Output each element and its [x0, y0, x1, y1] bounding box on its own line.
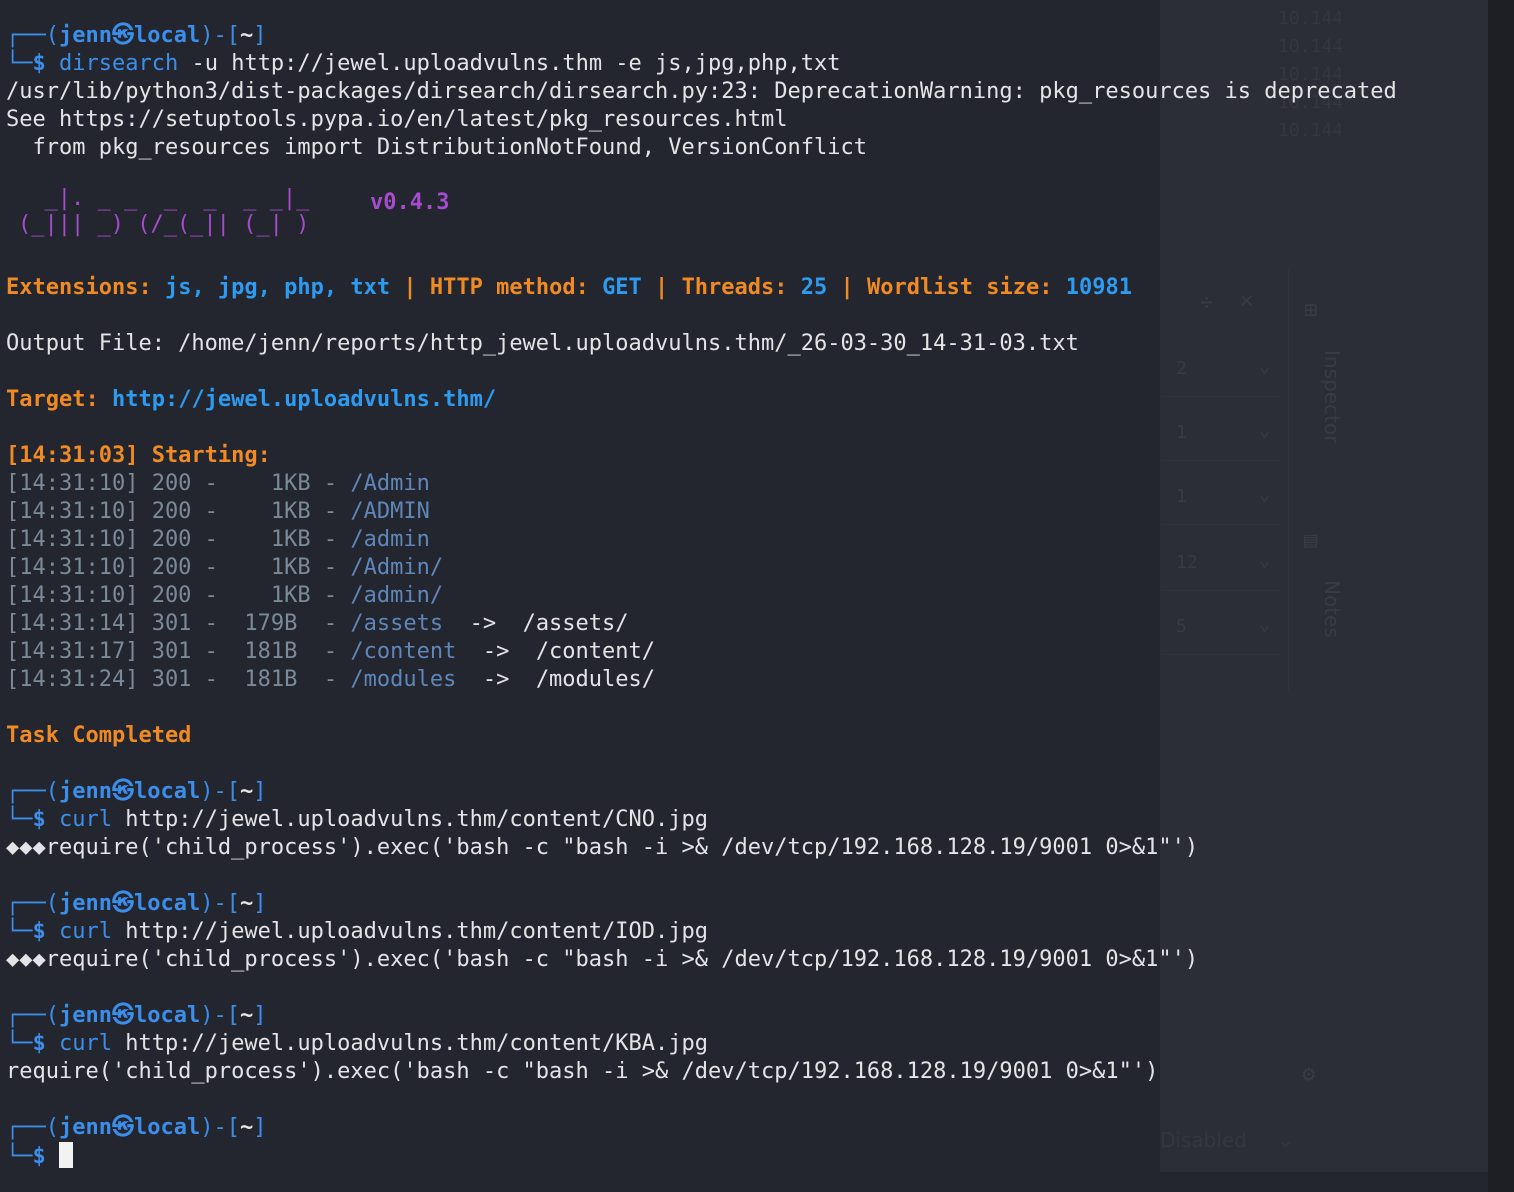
prompt-line: ┌──(jenn㉿local)-[~]	[6, 779, 267, 804]
result-row: [14:31:10] 200 - 1KB - /admin	[6, 527, 430, 552]
command-line: └─$ curl http://jewel.uploadvulns.thm/co…	[6, 919, 709, 944]
curl-output: ◆◆◆require('child_process').exec('bash -…	[6, 835, 1199, 860]
prompt-line: ┌──(jenn㉿local)-[~]	[6, 891, 267, 916]
result-row: [14:31:10] 200 - 1KB - /Admin/	[6, 555, 444, 580]
prompt-line: ┌──(jenn㉿local)-[~]	[6, 23, 267, 48]
version-label: v0.4.3	[370, 190, 450, 215]
command-line: └─$ curl http://jewel.uploadvulns.thm/co…	[6, 1031, 709, 1056]
dirsearch-logo: _|. _ _ _ _ _ _|_ (_||| _) (/_(_|| (_| )	[18, 186, 310, 237]
target-line: Target: http://jewel.uploadvulns.thm/	[6, 387, 497, 412]
result-row: [14:31:10] 200 - 1KB - /admin/	[6, 583, 444, 608]
config-line: Extensions: js, jpg, php, txt | HTTP met…	[6, 275, 1132, 300]
output-file-line: Output File: /home/jenn/reports/http_jew…	[6, 331, 1079, 356]
curl-output: ◆◆◆require('child_process').exec('bash -…	[6, 947, 1199, 972]
curl-output: require('child_process').exec('bash -c "…	[6, 1059, 1159, 1084]
input-line[interactable]: └─$	[6, 1142, 73, 1170]
task-completed: Task Completed	[6, 723, 192, 748]
result-row: [14:31:24] 301 - 181B - /modules -> /mod…	[6, 667, 656, 692]
result-row: [14:31:17] 301 - 181B - /content -> /con…	[6, 639, 656, 664]
terminal-output[interactable]: ┌──(jenn㉿local)-[~] └─$ dirsearch -u htt…	[0, 0, 1488, 1192]
command-program: dirsearch	[59, 51, 179, 76]
starting-line: [14:31:03] Starting:	[6, 443, 271, 468]
prompt-line: ┌──(jenn㉿local)-[~]	[6, 1003, 267, 1028]
result-row: [14:31:10] 200 - 1KB - /Admin	[6, 471, 430, 496]
warning-line: from pkg_resources import DistributionNo…	[6, 135, 867, 160]
window-edge	[1488, 0, 1514, 1192]
warning-line: /usr/lib/python3/dist-packages/dirsearch…	[6, 79, 1397, 104]
command-line: └─$ curl http://jewel.uploadvulns.thm/co…	[6, 807, 709, 832]
warning-line: See https://setuptools.pypa.io/en/latest…	[6, 107, 788, 132]
command-args: -u http://jewel.uploadvulns.thm -e js,jp…	[178, 51, 841, 76]
result-row: [14:31:10] 200 - 1KB - /ADMIN	[6, 499, 430, 524]
terminal-cursor[interactable]	[59, 1142, 73, 1168]
result-row: [14:31:14] 301 - 179B - /assets -> /asse…	[6, 611, 629, 636]
prompt-line: ┌──(jenn㉿local)-[~]	[6, 1115, 267, 1140]
command-line: └─$ dirsearch -u http://jewel.uploadvuln…	[6, 51, 841, 76]
